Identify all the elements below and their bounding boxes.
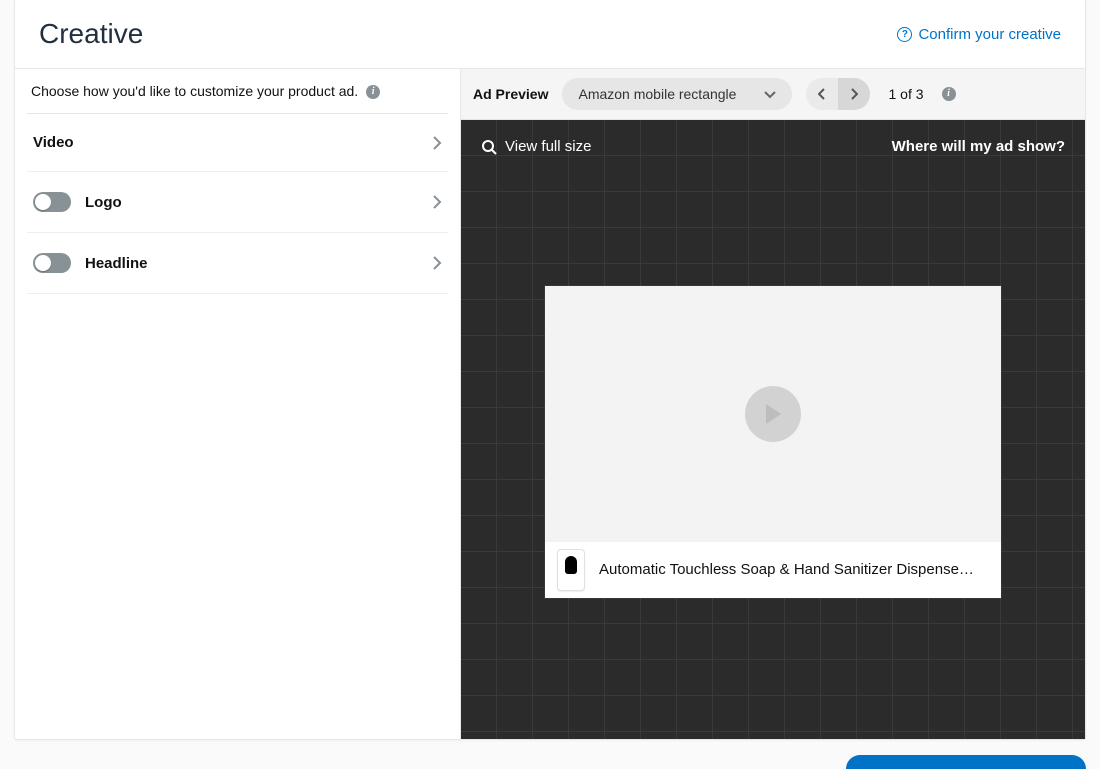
confirm-creative-label: Confirm your creative xyxy=(918,26,1061,43)
option-video[interactable]: Video xyxy=(27,114,448,172)
headline-toggle[interactable] xyxy=(33,253,71,273)
view-full-size-link[interactable]: View full size xyxy=(481,138,591,155)
page-title: Creative xyxy=(39,18,143,50)
play-icon xyxy=(745,386,801,442)
preview-toolbar: Ad Preview Amazon mobile rectangle xyxy=(461,69,1085,120)
ad-preview-tile: Automatic Touchless Soap & Hand Sanitize… xyxy=(545,286,1001,598)
product-thumbnail xyxy=(557,549,585,591)
chevron-right-icon xyxy=(432,195,442,209)
logo-toggle[interactable] xyxy=(33,192,71,212)
option-headline-label: Headline xyxy=(85,255,148,272)
chevron-down-icon xyxy=(764,86,776,102)
customize-panel: Choose how you'd like to customize your … xyxy=(15,69,461,739)
card-header: Creative ? Confirm your creative xyxy=(15,0,1085,69)
pager-count: 1 of 3 xyxy=(888,86,923,102)
help-icon: ? xyxy=(897,27,912,42)
ad-media-area[interactable] xyxy=(545,286,1001,542)
creative-card: Creative ? Confirm your creative Choose … xyxy=(14,0,1086,740)
confirm-creative-link[interactable]: ? Confirm your creative xyxy=(897,26,1061,43)
chevron-right-icon xyxy=(432,256,442,270)
primary-action-button[interactable] xyxy=(846,755,1086,769)
preview-panel: Ad Preview Amazon mobile rectangle xyxy=(461,69,1085,739)
info-icon[interactable]: i xyxy=(942,87,956,101)
search-icon xyxy=(481,139,497,155)
view-full-size-label: View full size xyxy=(505,138,591,155)
product-title: Automatic Touchless Soap & Hand Sanitize… xyxy=(599,561,974,578)
preview-canvas: View full size Where will my ad show? xyxy=(461,120,1085,739)
option-video-label: Video xyxy=(33,134,74,151)
preview-label: Ad Preview xyxy=(473,86,548,102)
ad-footer: Automatic Touchless Soap & Hand Sanitize… xyxy=(545,542,1001,598)
format-selected-value: Amazon mobile rectangle xyxy=(578,86,736,102)
instruction-text: Choose how you'd like to customize your … xyxy=(27,83,448,114)
info-icon[interactable]: i xyxy=(366,85,380,99)
card-body: Choose how you'd like to customize your … xyxy=(15,69,1085,739)
where-will-ad-show-link[interactable]: Where will my ad show? xyxy=(892,138,1065,155)
pager-prev-button[interactable] xyxy=(806,78,838,110)
pager-next-button[interactable] xyxy=(838,78,870,110)
option-logo-label: Logo xyxy=(85,194,122,211)
option-logo[interactable]: Logo xyxy=(27,172,448,233)
chevron-right-icon xyxy=(432,136,442,150)
preview-pager xyxy=(806,78,870,110)
format-select[interactable]: Amazon mobile rectangle xyxy=(562,78,792,110)
option-headline[interactable]: Headline xyxy=(27,233,448,294)
